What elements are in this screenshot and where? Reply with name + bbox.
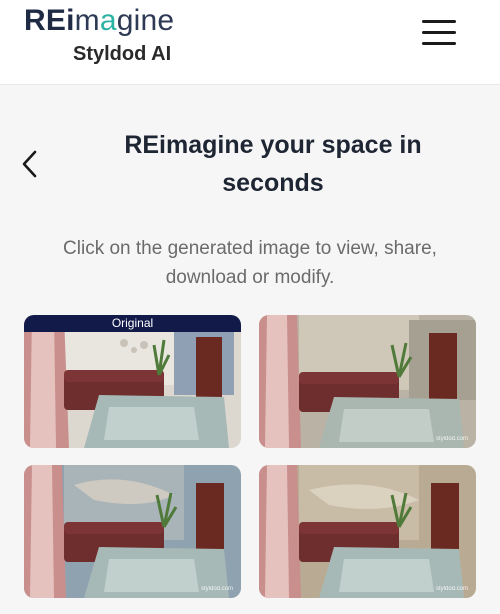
room-photo-generated-2 — [24, 465, 241, 598]
logo-text-ne: ne — [140, 4, 175, 37]
page-title-line2: seconds — [222, 169, 324, 197]
room-photo-generated-1 — [259, 315, 476, 448]
watermark-text: styldod.com — [435, 586, 468, 592]
watermark-text: styldod.com — [200, 586, 233, 592]
page-title-line1: REimagine your space in — [124, 131, 422, 159]
logo-text-m: m — [74, 4, 100, 37]
back-arrow-svg — [22, 150, 37, 178]
logo-text-gi: gi — [116, 4, 141, 37]
brand-subtitle: Styldod AI — [73, 43, 172, 65]
logo-text-re: REi — [24, 4, 75, 37]
page-subtitle: Click on the generated image to view, sh… — [24, 234, 476, 292]
page-title: REimagine your space in seconds — [80, 126, 466, 202]
top-header: REimagine Styldod AI — [0, 0, 500, 85]
generated-image-tile-2[interactable]: styldod.com — [24, 465, 241, 598]
watermark-text: styldod.com — [435, 436, 468, 442]
generated-image-tile-1[interactable]: styldod.com — [259, 315, 476, 448]
menu-bar — [422, 42, 456, 45]
room-photo-generated-3 — [259, 465, 476, 598]
reimagine-logo[interactable]: REimagine — [24, 4, 174, 38]
original-badge: Original — [24, 315, 241, 332]
menu-bar — [422, 20, 456, 23]
menu-bar — [422, 31, 456, 34]
subtitle-line1: Click on the generated image to view, sh… — [63, 238, 437, 259]
hamburger-menu-icon[interactable] — [418, 16, 460, 50]
chevron-left-icon[interactable] — [16, 146, 46, 182]
room-photo-original — [24, 315, 241, 448]
logo-text-a: a — [99, 4, 117, 37]
generated-image-tile-3[interactable]: styldod.com — [259, 465, 476, 598]
subtitle-line2: download or modify. — [165, 267, 335, 288]
original-image-tile[interactable]: Original — [24, 315, 241, 448]
